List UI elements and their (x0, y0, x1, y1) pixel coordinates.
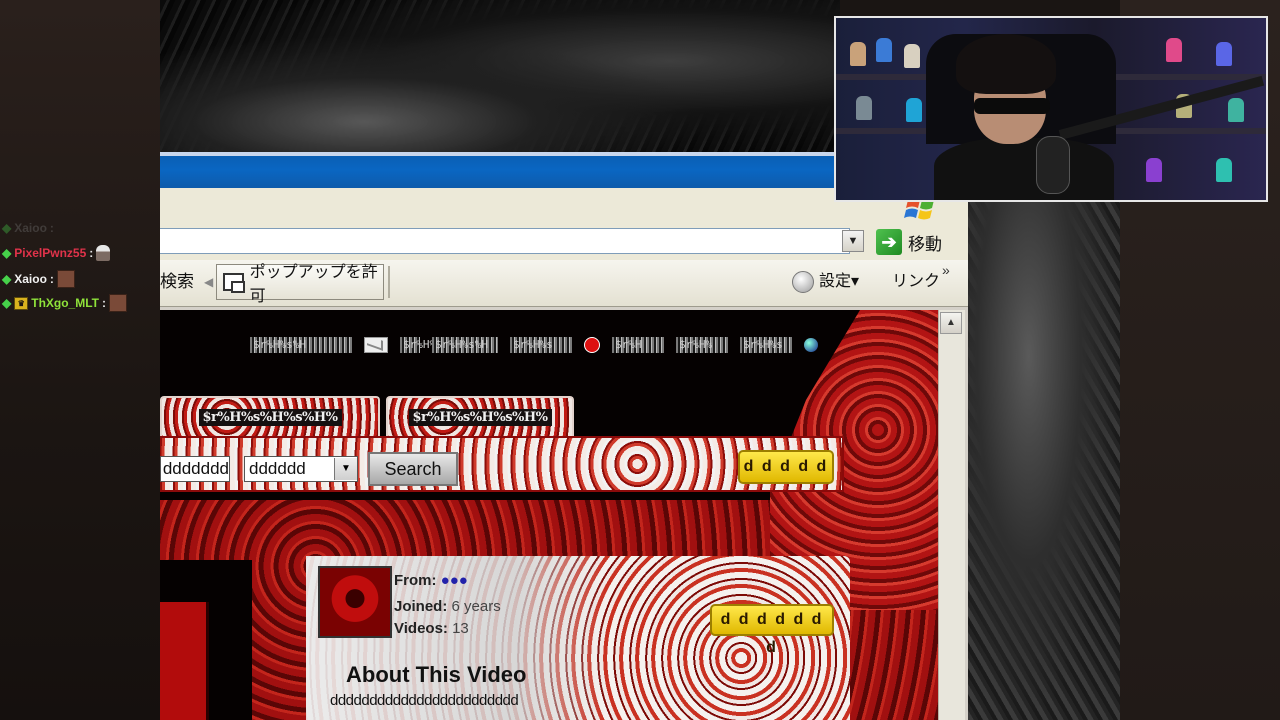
nav-link[interactable]: $r%H (612, 337, 664, 353)
subscribe-button[interactable]: d d d d d d d (710, 604, 834, 656)
diamond-icon: ◆ (2, 296, 12, 310)
chat-message: ◆ ♛ ThXgo_MLT : (2, 294, 127, 312)
figure (1166, 38, 1182, 62)
chat-separator: : (102, 296, 106, 310)
popup-blocker-icon (223, 273, 245, 293)
from-row: From: ●●● (394, 572, 468, 589)
chat-panel (0, 0, 160, 720)
tab-bar: $r%H%s%H%s%H% $r%H%s%H%s%H% (160, 396, 580, 436)
go-arrow-icon: ➔ (876, 229, 902, 255)
videos-row: Videos: 13 (394, 620, 469, 637)
figure (904, 44, 920, 68)
search-input[interactable]: ddddddd (160, 456, 230, 482)
links-button[interactable]: リンク (892, 268, 940, 296)
address-input[interactable] (160, 228, 850, 254)
settings-button[interactable]: 設定▾ (792, 268, 859, 296)
crown-badge-icon: ♛ (14, 296, 29, 310)
nav-link[interactable]: $r%H% (676, 337, 728, 353)
red-dot-icon (584, 337, 600, 353)
chat-username: Xaioo (14, 221, 47, 235)
site-nav: $r%H%s%H $r%H%s $r%H%s%H $r%H%s $r%H $r%… (250, 332, 850, 358)
chat-username[interactable]: ThXgo_MLT (31, 296, 99, 310)
dropdown-arrow-icon[interactable]: ▼ (842, 230, 864, 252)
upload-button[interactable]: d d d d d (738, 450, 834, 484)
about-title: About This Video (346, 662, 527, 687)
figure (1146, 158, 1162, 182)
dropdown-arrow-icon[interactable]: ▼ (334, 458, 357, 480)
microphone-icon (1036, 136, 1070, 194)
chat-separator: : (49, 221, 54, 235)
search-toolbar-button[interactable]: 検索 (160, 268, 194, 296)
figure (856, 96, 872, 120)
tab-label: $r%H%s%H%s%H% (408, 408, 552, 426)
chevron-icon[interactable]: » (942, 262, 950, 278)
figure (850, 42, 866, 66)
streamer-hair (956, 34, 1056, 94)
browser-window: ▼ ➔ 移動 検索 ◀ ポップアップを許可 設定▾ リンク » $r%H%s%H… (160, 152, 968, 720)
diamond-icon: ◆ (2, 221, 12, 235)
go-label: 移動 (908, 234, 942, 254)
nav-link[interactable]: $r%H%s (740, 337, 792, 353)
allow-popups-button[interactable]: ポップアップを許可 (216, 264, 384, 305)
diamond-icon: ◆ (2, 272, 12, 286)
red-panel (160, 602, 209, 720)
tab-1[interactable]: $r%H%s%H%s%H% (160, 396, 380, 436)
joined-value: 6 years (451, 598, 501, 615)
chat-message: ◆ Xaioo : (2, 221, 54, 235)
emote-icon (96, 245, 111, 261)
diamond-icon: ◆ (2, 246, 12, 260)
globe-icon[interactable] (804, 338, 818, 352)
settings-label: 設定▾ (819, 273, 860, 290)
about-text: dddddddddddddddddddddddd (330, 692, 519, 709)
settings-icon (792, 271, 814, 293)
figure (1216, 42, 1232, 66)
toolbar-separator: ◀ (204, 275, 214, 289)
emote-icon (109, 294, 127, 312)
scroll-up-icon[interactable]: ▲ (940, 312, 962, 334)
page-content: $r%H%s%H $r%H%s $r%H%s%H $r%H%s $r%H $r%… (160, 310, 938, 720)
avatar[interactable] (318, 566, 392, 638)
background-texture-right (968, 200, 1120, 720)
webcam-overlay (834, 16, 1268, 202)
chat-separator: : (49, 272, 54, 286)
figure (1216, 158, 1232, 182)
chat-username[interactable]: Xaioo (14, 272, 47, 286)
sunglasses (974, 98, 1050, 114)
chat-username[interactable]: PixelPwnz55 (14, 246, 86, 260)
streamer-body (934, 138, 1114, 200)
nav-link[interactable]: $r%H%s (400, 337, 443, 353)
allow-popups-label: ポップアップを許可 (249, 264, 378, 305)
go-button[interactable]: ➔ 移動 (876, 228, 966, 256)
joined-label: Joined: (394, 598, 448, 615)
mail-icon[interactable] (364, 337, 388, 353)
tab-label: $r%H%s%H%s%H% (198, 408, 342, 426)
nav-link[interactable]: $r%H%s%H (250, 337, 352, 353)
joined-row: Joined: 6 years (394, 598, 501, 615)
chat-message: ◆ PixelPwnz55 : (2, 245, 111, 261)
toolbar-divider (388, 266, 390, 298)
emote-icon (56, 270, 75, 288)
chat-message: ◆ Xaioo : (2, 270, 75, 288)
vertical-scrollbar[interactable] (938, 310, 965, 720)
chat-separator: : (89, 246, 94, 260)
nav-link[interactable]: $r%H%s%H (432, 337, 498, 353)
tab-2[interactable]: $r%H%s%H%s%H% (386, 396, 574, 436)
figure (1228, 98, 1244, 122)
from-label: From: (394, 572, 437, 589)
videos-label: Videos: (394, 620, 448, 637)
videos-value: 13 (452, 620, 469, 637)
background-texture-top (160, 0, 840, 152)
search-button[interactable]: Search (368, 452, 458, 486)
nav-link[interactable]: $r%H%s (510, 337, 572, 353)
figure (876, 38, 892, 62)
from-value[interactable]: ●●● (441, 572, 468, 589)
figure (906, 98, 922, 122)
